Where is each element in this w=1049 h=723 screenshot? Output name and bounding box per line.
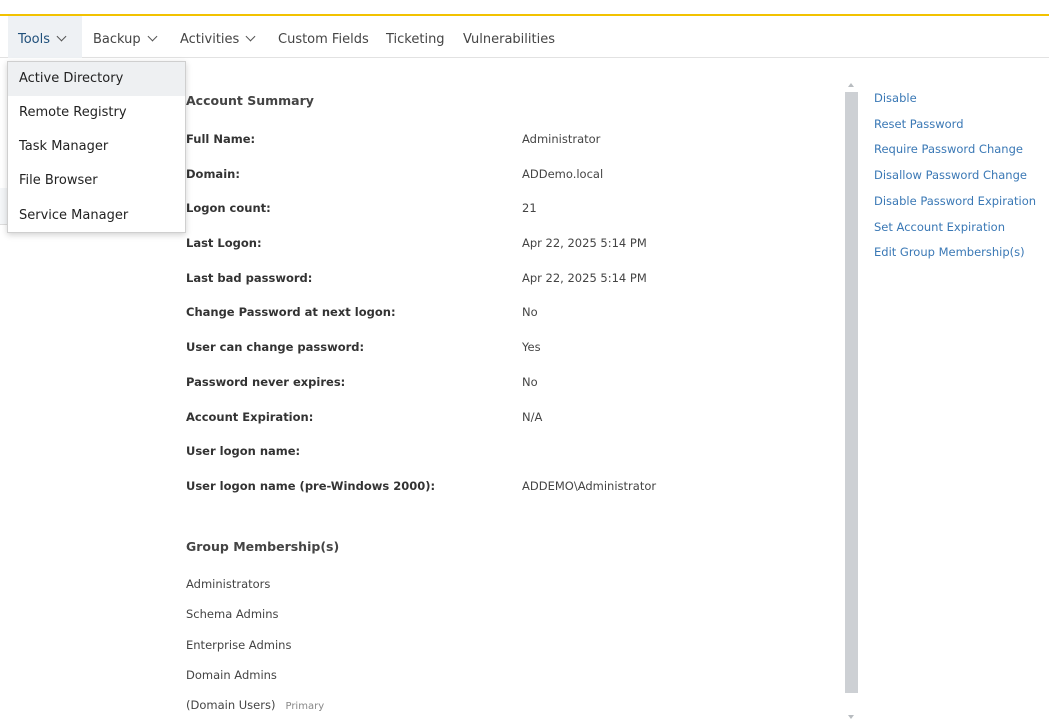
label-user-logon-name-pre-win2000: User logon name (pre-Windows 2000): — [186, 479, 436, 493]
value-logon-count: 21 — [522, 201, 537, 215]
label-user-can-change-password: User can change password: — [186, 340, 365, 354]
label-account-expiration: Account Expiration: — [186, 410, 314, 424]
label-logon-count: Logon count: — [186, 201, 271, 215]
label-last-logon: Last Logon: — [186, 236, 262, 250]
account-summary-title: Account Summary — [186, 93, 314, 108]
vertical-scrollbar[interactable] — [845, 92, 858, 693]
value-user-logon-name-pre-win2000: ADDEMO\Administrator — [522, 479, 657, 493]
action-reset-password-link[interactable]: Reset Password — [874, 117, 964, 131]
menu-item-active-directory[interactable]: Active Directory — [8, 62, 185, 96]
group-membership-title: Group Membership(s) — [186, 539, 340, 554]
action-require-password-change-link[interactable]: Require Password Change — [874, 142, 1023, 156]
value-user-can-change-password: Yes — [522, 340, 541, 354]
label-full-name: Full Name: — [186, 132, 256, 146]
action-disable-link[interactable]: Disable — [874, 91, 917, 105]
nav-tools[interactable]: Tools — [8, 16, 82, 58]
action-set-account-expiration-link[interactable]: Set Account Expiration — [874, 220, 1005, 234]
nav-activities-label: Activities — [180, 32, 240, 47]
nav-backup[interactable]: Backup — [93, 16, 158, 58]
nav-backup-label: Backup — [93, 32, 141, 47]
value-full-name: Administrator — [522, 132, 601, 146]
nav-tools-label: Tools — [18, 32, 51, 47]
tools-dropdown-menu: Active Directory Remote Registry Task Ma… — [7, 61, 186, 233]
scroll-up-arrow-icon[interactable] — [848, 83, 854, 87]
nav-ticketing[interactable]: Ticketing — [386, 16, 445, 58]
label-user-logon-name: User logon name: — [186, 444, 301, 458]
label-password-never-expires: Password never expires: — [186, 375, 346, 389]
label-domain: Domain: — [186, 167, 240, 181]
primary-badge: Primary — [285, 701, 325, 712]
nav-vulnerabilities[interactable]: Vulnerabilities — [463, 16, 555, 58]
value-change-password-next-logon: No — [522, 305, 538, 319]
chevron-down-icon — [147, 31, 158, 42]
nav-custom-fields[interactable]: Custom Fields — [278, 16, 369, 58]
menu-item-service-manager[interactable]: Service Manager — [8, 199, 185, 233]
menu-item-remote-registry[interactable]: Remote Registry — [8, 96, 185, 130]
menu-item-task-manager[interactable]: Task Manager — [8, 130, 185, 164]
group-item: Schema Admins — [186, 607, 279, 621]
value-last-bad-password: Apr 22, 2025 5:14 PM — [522, 271, 647, 285]
action-disallow-password-change-link[interactable]: Disallow Password Change — [874, 168, 1027, 182]
group-item-primary: (Domain Users) Primary — [186, 698, 324, 712]
group-item: Enterprise Admins — [186, 638, 292, 652]
top-nav: Tools Backup Activities Custom Fields Ti… — [0, 16, 1049, 58]
action-disable-password-expiration-link[interactable]: Disable Password Expiration — [874, 194, 1036, 208]
chevron-down-icon — [56, 31, 67, 42]
group-item: Administrators — [186, 577, 271, 591]
value-account-expiration: N/A — [522, 410, 543, 424]
value-password-never-expires: No — [522, 375, 538, 389]
nav-activities[interactable]: Activities — [180, 16, 256, 58]
chevron-down-icon — [245, 31, 256, 42]
label-change-password-next-logon: Change Password at next logon: — [186, 305, 396, 319]
group-item-label: (Domain Users) — [186, 698, 276, 712]
menu-item-file-browser[interactable]: File Browser — [8, 164, 185, 198]
label-last-bad-password: Last bad password: — [186, 271, 313, 285]
scroll-down-arrow-icon[interactable] — [848, 715, 854, 719]
action-edit-group-membership-link[interactable]: Edit Group Membership(s) — [874, 245, 1025, 259]
value-last-logon: Apr 22, 2025 5:14 PM — [522, 236, 647, 250]
group-item: Domain Admins — [186, 668, 277, 682]
value-domain: ADDemo.local — [522, 167, 604, 181]
